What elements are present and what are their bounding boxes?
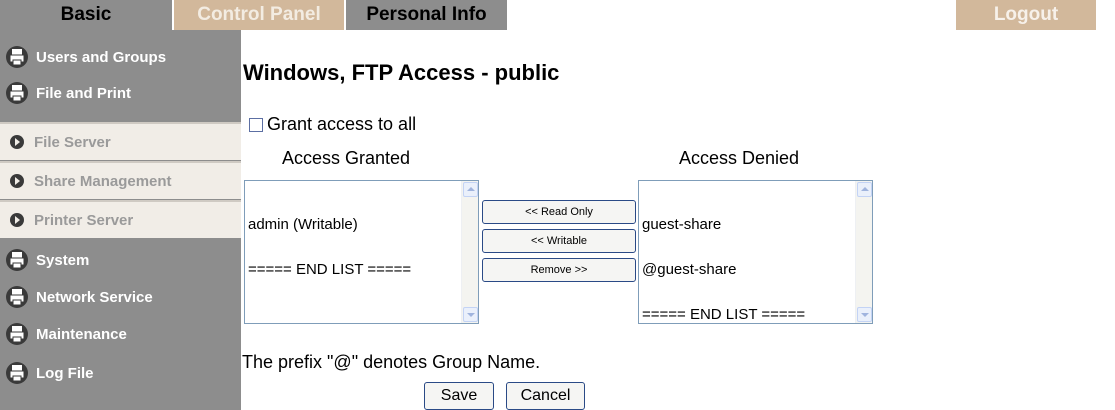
printer-icon xyxy=(6,362,28,384)
logout-button[interactable]: Logout xyxy=(956,0,1096,30)
scrollbar[interactable] xyxy=(855,181,872,323)
sidebar-item-file-server[interactable]: File Server xyxy=(0,122,241,160)
sidebar-item-label: File Server xyxy=(34,133,111,151)
printer-icon xyxy=(6,286,28,308)
writable-button[interactable]: << Writable xyxy=(482,229,636,253)
sidebar-item-label: Maintenance xyxy=(36,325,127,343)
tab-personal-info[interactable]: Personal Info xyxy=(344,0,507,30)
arrow-bullet-icon xyxy=(10,135,24,149)
sidebar-item-file-and-print[interactable]: File and Print xyxy=(0,74,241,112)
sidebar-item-label: Log File xyxy=(36,364,94,382)
scroll-up-icon[interactable] xyxy=(857,182,872,197)
printer-icon xyxy=(6,82,28,104)
save-button[interactable]: Save xyxy=(424,382,494,410)
access-denied-title: Access Denied xyxy=(679,148,800,168)
page-title: Windows, FTP Access - public xyxy=(243,60,560,85)
list-item[interactable]: @guest-share xyxy=(642,262,805,277)
sidebar-item-label: System xyxy=(36,251,90,269)
sidebar-item-label: Share Management xyxy=(34,172,172,190)
scroll-down-icon[interactable] xyxy=(463,307,478,322)
arrow-bullet-icon xyxy=(10,213,24,227)
grant-access-all-row: Grant access to all xyxy=(249,114,416,135)
sidebar-item-share-management[interactable]: Share Management xyxy=(0,161,241,199)
list-item[interactable]: ===== END LIST ===== xyxy=(642,307,805,322)
remove-button[interactable]: Remove >> xyxy=(482,258,636,282)
tab-basic[interactable]: Basic xyxy=(0,0,172,30)
grant-access-all-label: Grant access to all xyxy=(267,114,417,134)
scroll-down-icon[interactable] xyxy=(857,307,872,322)
sidebar-item-maintenance[interactable]: Maintenance xyxy=(0,315,241,353)
list-item[interactable]: guest-share xyxy=(642,217,805,232)
sidebar-item-label: Users and Groups xyxy=(36,48,167,66)
sidebar-item-printer-server[interactable]: Printer Server xyxy=(0,200,241,238)
tab-control-panel[interactable]: Control Panel xyxy=(172,0,344,30)
printer-icon xyxy=(6,46,28,68)
access-denied-list[interactable]: guest-share @guest-share ===== END LIST … xyxy=(638,180,873,324)
sidebar-item-network-service[interactable]: Network Service xyxy=(0,278,241,316)
access-granted-list[interactable]: admin (Writable) ===== END LIST ===== xyxy=(244,180,479,324)
list-items: guest-share @guest-share ===== END LIST … xyxy=(642,187,805,352)
printer-icon xyxy=(6,323,28,345)
sidebar-item-system[interactable]: System xyxy=(0,241,241,279)
grant-access-all-checkbox[interactable] xyxy=(249,117,263,132)
cancel-button[interactable]: Cancel xyxy=(506,382,585,410)
list-items: admin (Writable) ===== END LIST ===== xyxy=(248,187,411,307)
scroll-up-icon[interactable] xyxy=(463,182,478,197)
list-item[interactable]: admin (Writable) xyxy=(248,217,411,232)
sidebar-item-users-and-groups[interactable]: Users and Groups xyxy=(0,38,241,76)
group-prefix-note: The prefix "@" denotes Group Name. xyxy=(242,352,541,372)
sidebar-item-log-file[interactable]: Log File xyxy=(0,354,241,392)
printer-icon xyxy=(6,249,28,271)
sidebar-item-label: Network Service xyxy=(36,288,153,306)
sidebar-item-label: Printer Server xyxy=(34,211,134,229)
read-only-button[interactable]: << Read Only xyxy=(482,200,636,224)
sidebar-item-label: File and Print xyxy=(36,84,132,102)
list-item[interactable]: ===== END LIST ===== xyxy=(248,262,411,277)
arrow-bullet-icon xyxy=(10,174,24,188)
access-granted-title: Access Granted xyxy=(282,148,411,168)
scrollbar[interactable] xyxy=(461,181,478,323)
sidebar: Users and Groups File and Print File Ser… xyxy=(0,30,241,410)
